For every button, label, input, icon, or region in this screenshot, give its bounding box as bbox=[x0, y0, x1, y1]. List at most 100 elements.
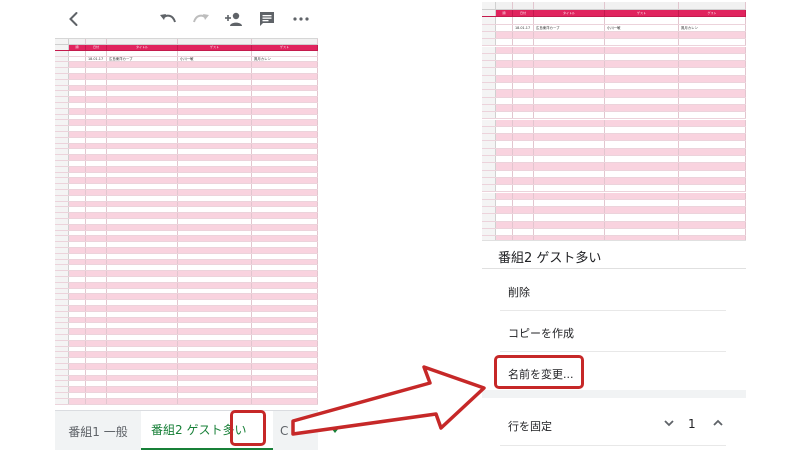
sheet-header-row[interactable]: 順日付 タイトル ゲスト ゲスト bbox=[482, 10, 746, 18]
table-cell[interactable] bbox=[496, 83, 513, 90]
table-cell[interactable] bbox=[69, 398, 86, 404]
table-row[interactable] bbox=[482, 148, 746, 156]
table-cell[interactable] bbox=[252, 201, 318, 207]
table-cell[interactable] bbox=[679, 163, 746, 170]
table-cell[interactable] bbox=[178, 300, 252, 305]
table-cell[interactable] bbox=[86, 393, 107, 398]
table-cell[interactable] bbox=[69, 271, 86, 276]
table-cell[interactable] bbox=[679, 83, 746, 90]
share-button[interactable] bbox=[219, 5, 249, 33]
table-cell[interactable] bbox=[178, 172, 252, 178]
table-row[interactable] bbox=[482, 141, 746, 149]
row-number-cell[interactable] bbox=[55, 369, 69, 375]
table-cell[interactable] bbox=[513, 156, 534, 163]
row-number-cell[interactable] bbox=[55, 288, 69, 294]
row-number-cell[interactable] bbox=[482, 39, 496, 46]
table-cell[interactable] bbox=[605, 46, 679, 53]
table-cell[interactable] bbox=[605, 199, 679, 207]
table-cell[interactable] bbox=[86, 271, 107, 276]
table-cell[interactable] bbox=[496, 199, 513, 207]
table-cell[interactable] bbox=[86, 50, 107, 56]
table-cell[interactable] bbox=[69, 155, 86, 160]
table-cell[interactable] bbox=[178, 126, 252, 131]
table-cell[interactable] bbox=[496, 177, 513, 185]
table-cell[interactable] bbox=[69, 56, 86, 62]
table-cell[interactable] bbox=[178, 335, 252, 340]
row-number-cell[interactable] bbox=[482, 10, 496, 17]
table-cell[interactable] bbox=[86, 172, 107, 178]
table-cell[interactable] bbox=[605, 134, 679, 141]
table-cell[interactable] bbox=[86, 85, 107, 91]
table-cell[interactable] bbox=[605, 53, 679, 61]
table-cell[interactable] bbox=[605, 90, 679, 97]
table-cell[interactable] bbox=[496, 156, 513, 163]
row-number-cell[interactable] bbox=[482, 134, 496, 141]
row-number-cell[interactable] bbox=[55, 375, 69, 381]
tab-dropdown-icon[interactable] bbox=[331, 428, 339, 433]
table-cell[interactable] bbox=[69, 282, 86, 288]
row-number-cell[interactable] bbox=[55, 108, 69, 114]
table-cell[interactable] bbox=[496, 207, 513, 214]
table-cell[interactable] bbox=[534, 170, 605, 177]
table-cell[interactable] bbox=[513, 126, 534, 134]
table-cell[interactable] bbox=[86, 294, 107, 300]
table-cell[interactable] bbox=[534, 148, 605, 155]
table-cell[interactable] bbox=[534, 17, 605, 24]
table-cell[interactable] bbox=[252, 311, 318, 317]
table-cell[interactable] bbox=[178, 103, 252, 108]
row-number-cell[interactable] bbox=[55, 68, 69, 73]
row-number-cell[interactable] bbox=[482, 104, 496, 112]
table-cell[interactable] bbox=[86, 108, 107, 114]
row-number-cell[interactable] bbox=[55, 265, 69, 271]
table-cell[interactable] bbox=[252, 352, 318, 358]
table-cell[interactable] bbox=[107, 178, 178, 184]
table-row[interactable] bbox=[482, 192, 746, 200]
table-cell[interactable] bbox=[69, 317, 86, 323]
undo-button[interactable] bbox=[153, 5, 183, 33]
row-number-cell[interactable] bbox=[55, 149, 69, 155]
table-row[interactable] bbox=[482, 75, 746, 83]
table-cell[interactable] bbox=[86, 375, 107, 381]
table-cell[interactable] bbox=[252, 317, 318, 323]
table-cell[interactable] bbox=[86, 277, 107, 282]
table-row[interactable] bbox=[482, 104, 746, 113]
row-number-cell[interactable] bbox=[55, 259, 69, 265]
table-cell[interactable] bbox=[69, 288, 86, 294]
table-cell[interactable] bbox=[178, 393, 252, 398]
table-cell[interactable] bbox=[513, 148, 534, 155]
table-cell[interactable] bbox=[178, 340, 252, 346]
table-cell[interactable] bbox=[178, 265, 252, 271]
table-cell[interactable] bbox=[252, 294, 318, 300]
row-number-cell[interactable] bbox=[482, 97, 496, 104]
table-cell[interactable] bbox=[252, 300, 318, 305]
table-cell[interactable] bbox=[605, 207, 679, 214]
table-cell[interactable]: 鳳月カレン bbox=[252, 56, 318, 62]
table-cell[interactable] bbox=[178, 364, 252, 369]
table-cell[interactable] bbox=[69, 132, 86, 137]
table-cell[interactable] bbox=[69, 393, 86, 398]
table-cell[interactable] bbox=[534, 31, 605, 39]
table-cell[interactable] bbox=[86, 259, 107, 265]
table-cell[interactable]: 鳳月カレン bbox=[679, 24, 746, 31]
row-number-cell[interactable] bbox=[482, 53, 496, 61]
table-cell[interactable] bbox=[513, 112, 534, 119]
table-cell[interactable] bbox=[252, 381, 318, 387]
table-cell[interactable] bbox=[496, 229, 513, 236]
table-cell[interactable] bbox=[107, 74, 178, 79]
table-row[interactable] bbox=[482, 90, 746, 98]
more-button[interactable] bbox=[286, 5, 316, 33]
table-cell[interactable] bbox=[86, 282, 107, 288]
table-cell[interactable] bbox=[605, 177, 679, 185]
table-cell[interactable] bbox=[69, 166, 86, 172]
table-cell[interactable] bbox=[513, 185, 534, 192]
row-number-cell[interactable] bbox=[55, 120, 69, 126]
table-cell[interactable] bbox=[252, 62, 318, 68]
table-cell[interactable] bbox=[178, 381, 252, 387]
row-number-cell[interactable] bbox=[55, 201, 69, 207]
table-cell[interactable]: 広島東洋カープ bbox=[534, 24, 605, 31]
table-cell[interactable] bbox=[107, 184, 178, 189]
row-number-cell[interactable] bbox=[482, 90, 496, 97]
table-cell[interactable] bbox=[86, 114, 107, 120]
table-cell[interactable] bbox=[496, 170, 513, 177]
table-cell[interactable] bbox=[69, 335, 86, 340]
